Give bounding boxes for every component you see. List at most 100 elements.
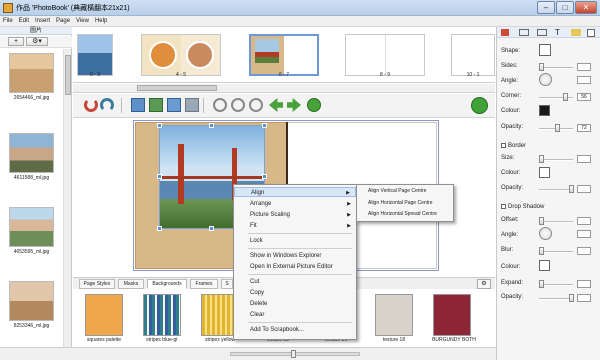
tab-backgrounds[interactable]: Backgrounds	[147, 279, 187, 289]
drop-shadow-checkbox[interactable]	[501, 204, 506, 209]
zoom-in-icon[interactable]	[213, 98, 227, 112]
shape-selector[interactable]	[539, 44, 551, 56]
next-page-icon[interactable]	[287, 98, 301, 112]
go-forward-icon[interactable]	[307, 98, 321, 112]
menu-item-open-external-editor[interactable]: Open In External Picture Editor	[234, 262, 356, 272]
zoom-fit-icon[interactable]	[249, 98, 263, 112]
sides-field[interactable]	[577, 63, 591, 71]
menu-item-show-in-explorer[interactable]: Show in Windows Explorer	[234, 251, 356, 261]
opacity-slider-knob[interactable]	[555, 124, 560, 132]
offset-slider[interactable]	[539, 221, 573, 223]
menu-item-fit[interactable]: Fit ▶	[234, 221, 356, 231]
menu-item-cut[interactable]: Cut	[234, 277, 356, 287]
drop-shadow-section[interactable]: Drop Shadow	[501, 204, 544, 210]
shadow-opacity-knob[interactable]	[569, 294, 574, 302]
blur-field[interactable]	[577, 247, 591, 255]
sides-slider[interactable]	[539, 67, 573, 69]
border-size-knob[interactable]	[539, 155, 544, 163]
page-tool-icon[interactable]	[587, 29, 595, 37]
undo-icon[interactable]	[84, 98, 98, 112]
picture-panel-scrollbar[interactable]	[63, 49, 71, 349]
resize-handle[interactable]	[157, 174, 162, 179]
maximize-button[interactable]: □	[556, 1, 574, 14]
resize-handle[interactable]	[157, 123, 162, 128]
menu-item-arrange[interactable]: Arrange ▶	[234, 199, 356, 209]
expand-field[interactable]	[577, 280, 591, 288]
blur-knob[interactable]	[539, 247, 544, 255]
spread-thumb[interactable]	[77, 34, 113, 76]
blur-slider[interactable]	[539, 251, 573, 253]
menu-item-delete[interactable]: Delete	[234, 299, 356, 309]
resize-handle[interactable]	[157, 226, 162, 231]
picture-thumb[interactable]: 4653595_ml.jpg	[9, 207, 54, 255]
spread-thumb[interactable]	[141, 34, 221, 76]
menu-item-lock[interactable]: Lock	[234, 236, 356, 246]
border-opacity-knob[interactable]	[569, 185, 574, 193]
expand-slider[interactable]	[539, 284, 573, 286]
menu-page[interactable]: Page	[53, 16, 73, 27]
menu-item-align-horizontal-page-centre[interactable]: Align Horizontal Page Centre	[357, 198, 453, 209]
menu-edit[interactable]: Edit	[16, 16, 32, 27]
add-picture-button[interactable]: +	[8, 37, 24, 46]
picture-thumb[interactable]: 4611588_ml.jpg	[9, 133, 54, 181]
menu-item-align-vertical-page-centre[interactable]: Align Vertical Page Centre	[357, 186, 453, 197]
shopping-cart-icon[interactable]	[471, 97, 488, 114]
resize-handle[interactable]	[262, 123, 267, 128]
menu-item-align-horizontal-spread-centre[interactable]: Align Horizontal Spread Centre	[357, 209, 453, 220]
menu-file[interactable]: File	[0, 16, 16, 27]
scrollbar-thumb[interactable]	[65, 55, 71, 95]
corner-slider-knob[interactable]	[563, 93, 568, 101]
border-tool-icon[interactable]	[537, 29, 547, 36]
expand-knob[interactable]	[539, 280, 544, 288]
shadow-angle-field[interactable]	[577, 230, 591, 238]
close-button[interactable]: ✕	[575, 1, 597, 14]
library-settings-icon[interactable]: ⚙	[477, 279, 491, 289]
frame-tool-icon[interactable]	[519, 29, 529, 36]
picture-thumb[interactable]: 8253346_ml.jpg	[9, 281, 54, 329]
zoom-out-icon[interactable]	[231, 98, 245, 112]
picture-settings-button[interactable]: ⚙▾	[26, 37, 48, 46]
redo-icon[interactable]	[100, 98, 114, 112]
corner-field[interactable]: 56	[577, 93, 591, 101]
shape-tool-icon[interactable]	[501, 29, 509, 36]
shadow-angle-dial[interactable]	[539, 227, 552, 240]
duplicate-icon[interactable]	[185, 98, 199, 112]
resize-handle[interactable]	[209, 226, 214, 231]
offset-knob[interactable]	[539, 217, 544, 225]
border-size-field[interactable]	[577, 155, 591, 163]
tab-page-styles[interactable]: Page Styles	[79, 279, 115, 289]
zoom-track[interactable]	[230, 350, 360, 358]
scrollbar-thumb[interactable]	[137, 85, 217, 91]
add-picture-icon[interactable]	[167, 98, 181, 112]
tab-frames[interactable]: Frames	[190, 279, 218, 289]
sides-slider-knob[interactable]	[539, 63, 544, 71]
border-opacity-slider[interactable]	[539, 189, 573, 191]
shadow-colour-swatch[interactable]	[539, 260, 550, 271]
offset-field[interactable]	[577, 217, 591, 225]
spread-thumb-selected[interactable]	[249, 34, 319, 76]
background-swatch[interactable]	[375, 294, 413, 336]
resize-handle[interactable]	[262, 174, 267, 179]
shadow-opacity-slider[interactable]	[539, 298, 573, 300]
picture-thumb[interactable]: 2654466_ml.jpg	[9, 53, 54, 101]
menu-item-copy[interactable]: Copy	[234, 288, 356, 298]
background-swatch[interactable]	[143, 294, 181, 336]
tab-more[interactable]: S	[221, 279, 233, 289]
add-page-icon[interactable]	[131, 98, 145, 112]
resize-handle[interactable]	[209, 123, 214, 128]
shadow-opacity-field[interactable]	[577, 294, 591, 302]
border-opacity-field[interactable]	[577, 185, 591, 193]
color-tool-icon[interactable]	[571, 29, 581, 36]
previous-page-icon[interactable]	[269, 98, 283, 112]
text-tool-icon[interactable]: T	[555, 29, 560, 37]
menu-item-clear[interactable]: Clear	[234, 310, 356, 320]
opacity-field[interactable]: 72	[577, 124, 591, 132]
colour-swatch[interactable]	[539, 105, 550, 116]
border-checkbox[interactable]	[501, 143, 506, 148]
tab-masks[interactable]: Masks	[118, 279, 144, 289]
spread-thumb[interactable]	[345, 34, 425, 76]
menu-item-align[interactable]: Align ▶	[234, 187, 356, 197]
angle-dial[interactable]	[539, 73, 552, 86]
border-section[interactable]: Border	[501, 143, 526, 149]
page-strip-scrollbar[interactable]	[73, 84, 495, 93]
